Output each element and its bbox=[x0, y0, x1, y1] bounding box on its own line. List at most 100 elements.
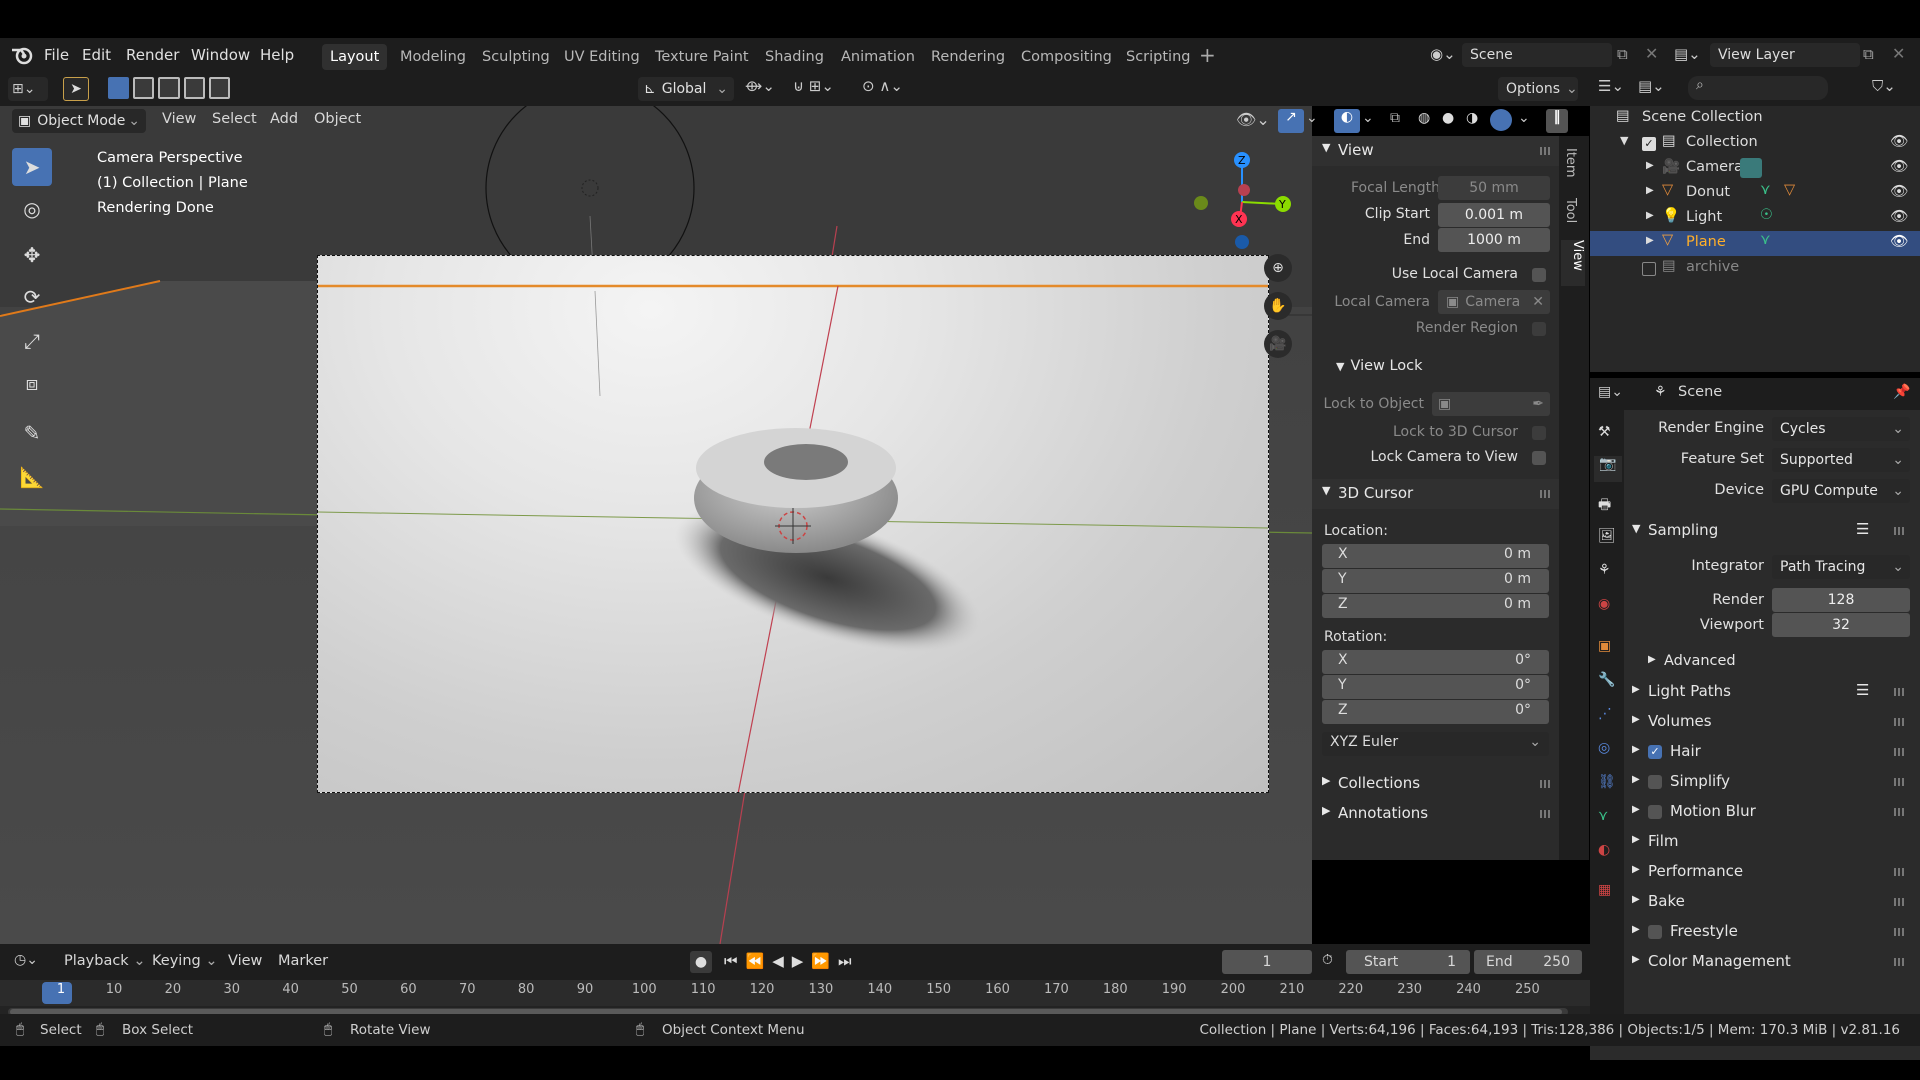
viewport-samples-field[interactable]: 32 bbox=[1772, 613, 1910, 637]
render-tab-icon[interactable]: 📷 bbox=[1594, 456, 1622, 482]
rotation-mode-dropdown[interactable]: XYZ Euler ⌄ bbox=[1322, 732, 1549, 756]
clock-icon[interactable]: ⏱ bbox=[1322, 952, 1333, 968]
advanced-subpanel-header[interactable]: ▶ Advanced bbox=[1644, 648, 1920, 676]
scene-selector-icon[interactable]: ◉⌄ bbox=[1430, 45, 1460, 65]
display-mode-icon[interactable]: ▤⌄ bbox=[1638, 77, 1665, 95]
lock-camera-to-view-checkbox[interactable] bbox=[1532, 451, 1546, 465]
physics-tab-icon[interactable]: ◎ bbox=[1598, 740, 1610, 756]
eye-icon[interactable]: 👁 bbox=[1890, 133, 1908, 150]
jump-end-icon[interactable]: ⏭ bbox=[838, 952, 860, 970]
scene-tab-icon[interactable]: ⚘ bbox=[1598, 562, 1611, 578]
cursor-rotation-x-field[interactable]: X 0° bbox=[1322, 650, 1549, 674]
visibility-icon[interactable]: 👁⌄ bbox=[1236, 110, 1270, 129]
tool-tab-icon[interactable]: ⚒ bbox=[1598, 424, 1611, 440]
proportional-edit-icon[interactable]: ⊙ ∧⌄ bbox=[862, 77, 922, 101]
presets-icon[interactable]: ☰ bbox=[1856, 520, 1869, 538]
clip-end-field[interactable]: 1000 m bbox=[1438, 228, 1550, 252]
eye-icon[interactable]: 👁 bbox=[1890, 158, 1908, 175]
play-reverse-icon[interactable]: ◀ bbox=[772, 952, 792, 970]
outliner-row-archive[interactable]: ▤ archive bbox=[1590, 256, 1920, 281]
view-panel-header[interactable]: ▼ View bbox=[1312, 136, 1559, 166]
focal-length-field[interactable]: 50 mm bbox=[1438, 176, 1550, 200]
drag-handle-icon[interactable] bbox=[1894, 778, 1906, 786]
cursor-tool-icon[interactable]: ◎ bbox=[12, 190, 52, 228]
eyedropper-icon[interactable]: ✒ bbox=[1532, 392, 1544, 416]
tab-rendering[interactable]: Rendering bbox=[923, 44, 1013, 70]
measure-tool-icon[interactable]: 📐 bbox=[12, 458, 52, 496]
checkbox-unchecked-icon[interactable] bbox=[1642, 262, 1656, 276]
wireframe-shading-icon[interactable]: ◍ bbox=[1418, 110, 1430, 126]
blender-logo-icon[interactable] bbox=[11, 45, 33, 65]
properties-editor-type-icon[interactable]: ▤⌄ bbox=[1598, 384, 1623, 400]
menu-view[interactable]: View bbox=[162, 111, 196, 127]
new-view-layer-icon[interactable]: ⧉ bbox=[1863, 45, 1874, 63]
lock-to-3d-cursor-checkbox[interactable] bbox=[1532, 426, 1546, 440]
eye-icon[interactable]: 👁 bbox=[1890, 183, 1908, 200]
scene-name-field[interactable]: Scene bbox=[1462, 43, 1612, 67]
outliner-row-plane[interactable]: ▶ ▽ Plane ⋎ 👁 bbox=[1590, 231, 1920, 256]
use-local-camera-checkbox[interactable] bbox=[1532, 268, 1546, 282]
menu-window[interactable]: Window bbox=[191, 38, 250, 72]
tab-texture-paint[interactable]: Texture Paint bbox=[647, 44, 757, 70]
outliner-row-camera[interactable]: ▶ 🎥 Camera 👁 bbox=[1590, 156, 1920, 181]
hair-checkbox[interactable]: ✓ bbox=[1648, 745, 1662, 759]
presets-icon[interactable]: ☰ bbox=[1856, 681, 1869, 699]
view-layer-icon[interactable]: ▤⌄ bbox=[1674, 45, 1701, 63]
record-icon[interactable]: ● bbox=[690, 951, 712, 973]
menu-edit[interactable]: Edit bbox=[82, 38, 111, 72]
tab-layout[interactable]: Layout bbox=[322, 44, 388, 70]
cursor-location-x-field[interactable]: X0 m bbox=[1322, 544, 1549, 568]
zoom-icon[interactable]: ⊕ bbox=[1264, 254, 1292, 282]
menu-help[interactable]: Help bbox=[260, 38, 294, 72]
camera-view-icon[interactable]: 🎥 bbox=[1264, 330, 1292, 358]
playback-menu[interactable]: Playback ⌄ bbox=[64, 953, 145, 969]
next-keyframe-icon[interactable]: ⏩ bbox=[811, 952, 838, 970]
options-dropdown[interactable]: Options ⌄ bbox=[1498, 77, 1578, 101]
view-lock-subpanel-header[interactable]: ▼ View Lock bbox=[1336, 358, 1423, 374]
xray-icon[interactable]: ⧉ bbox=[1390, 110, 1400, 126]
integrator-dropdown[interactable]: Path Tracing ⌄ bbox=[1772, 555, 1910, 579]
select-box-tool-icon[interactable]: ➤ bbox=[12, 148, 52, 186]
snap-icon[interactable]: ⊍ ⊞⌄ bbox=[793, 77, 865, 101]
particles-tab-icon[interactable]: ⋰ bbox=[1598, 706, 1612, 722]
add-workspace-icon[interactable]: + bbox=[1199, 43, 1216, 67]
select-invert-icon[interactable] bbox=[183, 77, 205, 99]
3d-cursor-panel-header[interactable]: ▼ 3D Cursor bbox=[1312, 479, 1559, 509]
volumes-panel-header[interactable]: ▶ Volumes bbox=[1624, 708, 1920, 736]
simplify-checkbox[interactable] bbox=[1648, 775, 1662, 789]
menu-object[interactable]: Object bbox=[314, 111, 361, 127]
color-management-panel-header[interactable]: ▶ Color Management bbox=[1624, 948, 1920, 976]
drag-handle-icon[interactable] bbox=[1894, 718, 1906, 726]
material-shading-icon[interactable]: ◑ bbox=[1466, 110, 1478, 126]
select-subtract-icon[interactable] bbox=[158, 77, 180, 99]
mesh-data-icon[interactable]: ⋎ bbox=[1760, 182, 1771, 198]
play-icon[interactable]: ▶ bbox=[792, 952, 812, 970]
menu-file[interactable]: File bbox=[44, 38, 69, 72]
device-dropdown[interactable]: GPU Compute ⌄ bbox=[1772, 479, 1910, 503]
select-new-icon[interactable] bbox=[108, 77, 130, 99]
bake-panel-header[interactable]: ▶ Bake bbox=[1624, 888, 1920, 916]
view-layer-tab-icon[interactable]: 🖼 bbox=[1598, 528, 1616, 544]
outliner-search-input[interactable]: ⌕ bbox=[1688, 76, 1828, 100]
tab-view[interactable]: View bbox=[1561, 240, 1585, 286]
freestyle-panel-header[interactable]: ▶ Freestyle bbox=[1624, 918, 1920, 946]
filter-icon[interactable]: ⛉⌄ bbox=[1872, 77, 1896, 95]
performance-panel-header[interactable]: ▶ Performance bbox=[1624, 858, 1920, 886]
chevron-down-icon[interactable]: ▼ bbox=[1620, 134, 1628, 147]
end-frame-field[interactable]: End 250 bbox=[1474, 950, 1582, 974]
eye-icon[interactable]: 👁 bbox=[1890, 233, 1908, 250]
tab-tool[interactable]: Tool bbox=[1563, 198, 1578, 223]
outliner-row-light[interactable]: ▶ 💡 Light ☉ 👁 bbox=[1590, 206, 1920, 231]
select-intersect-icon[interactable] bbox=[208, 77, 230, 99]
gizmo-toggle-icon[interactable]: ↗ bbox=[1278, 109, 1304, 133]
data-tab-icon[interactable]: ⋎ bbox=[1598, 808, 1608, 824]
marker-menu[interactable]: Marker bbox=[278, 953, 328, 969]
drag-handle-icon[interactable] bbox=[1894, 928, 1906, 936]
motion-blur-checkbox[interactable] bbox=[1648, 805, 1662, 819]
tab-item[interactable]: Item bbox=[1563, 148, 1578, 178]
pause-render-icon[interactable]: ‖ bbox=[1546, 109, 1568, 133]
delete-scene-icon[interactable]: ✕ bbox=[1645, 44, 1658, 63]
chevron-down-icon[interactable]: ⌄ bbox=[1518, 110, 1530, 126]
tab-animation[interactable]: Animation bbox=[833, 44, 923, 70]
lock-to-object-field[interactable]: ▣ ✒ bbox=[1432, 392, 1550, 416]
